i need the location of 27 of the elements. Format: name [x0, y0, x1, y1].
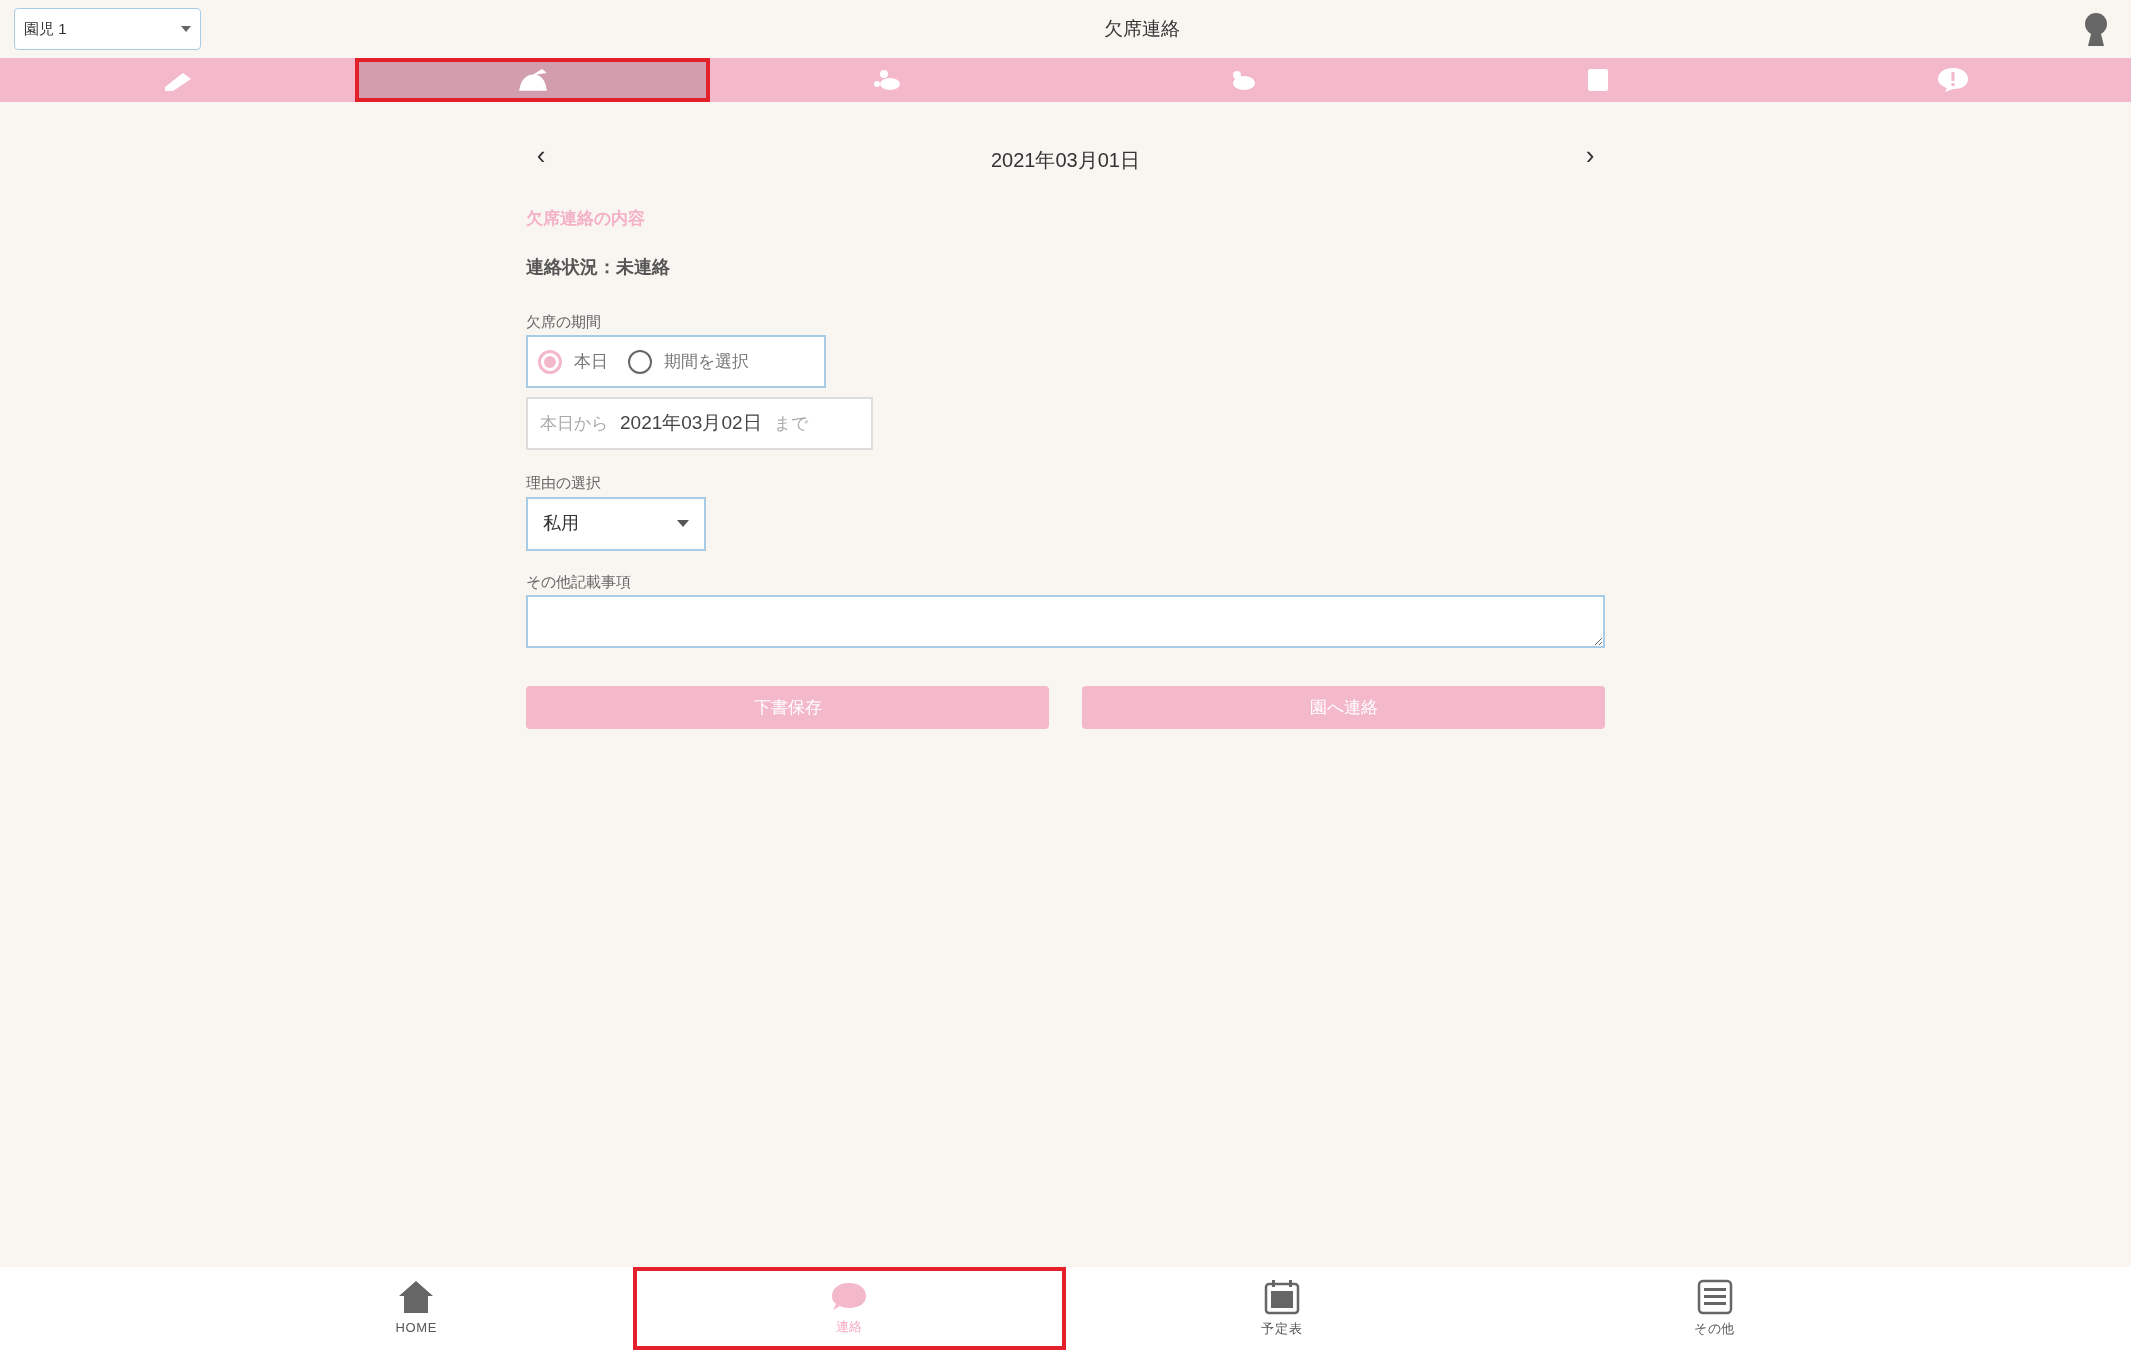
alert-bubble-icon: [1937, 67, 1970, 93]
field-label: その他記載事項: [526, 571, 631, 592]
notebook-icon: [1587, 68, 1610, 92]
field-label: 理由の選択: [526, 473, 601, 493]
bottom-nav-item[interactable]: 予定表: [1065, 1267, 1499, 1350]
bottom-nav-item[interactable]: HOME: [200, 1267, 633, 1350]
section-heading: 欠席連絡の内容: [526, 208, 645, 230]
previous-date-button[interactable]: ‹: [526, 142, 556, 168]
field-label: 欠席の期間: [526, 311, 601, 332]
calendar-icon: [1263, 1278, 1300, 1315]
child-select[interactable]: 園児 1: [14, 8, 201, 50]
date-range-field[interactable]: 本日から 2021年03月02日 まで: [526, 397, 873, 450]
contact-status: 連絡状況：未連絡: [526, 255, 670, 279]
current-date: 2021年03月01日: [991, 148, 1140, 173]
page-title: 欠席連絡: [1104, 16, 1180, 41]
caret-icon: [181, 26, 191, 32]
bottom-nav-item[interactable]: その他: [1498, 1267, 1931, 1350]
caret-icon: [677, 520, 689, 527]
home-icon: [398, 1279, 435, 1314]
notes-field[interactable]: [526, 595, 1605, 648]
reason-select[interactable]: 私用: [526, 496, 706, 551]
radio-option[interactable]: 期間を選択: [628, 348, 749, 375]
radio-option[interactable]: 本日: [538, 348, 608, 375]
user-avatar-icon[interactable]: [2083, 12, 2109, 46]
menu-icon: [1696, 1278, 1733, 1315]
tab[interactable]: [355, 58, 711, 102]
next-date-button[interactable]: ›: [1575, 142, 1605, 168]
